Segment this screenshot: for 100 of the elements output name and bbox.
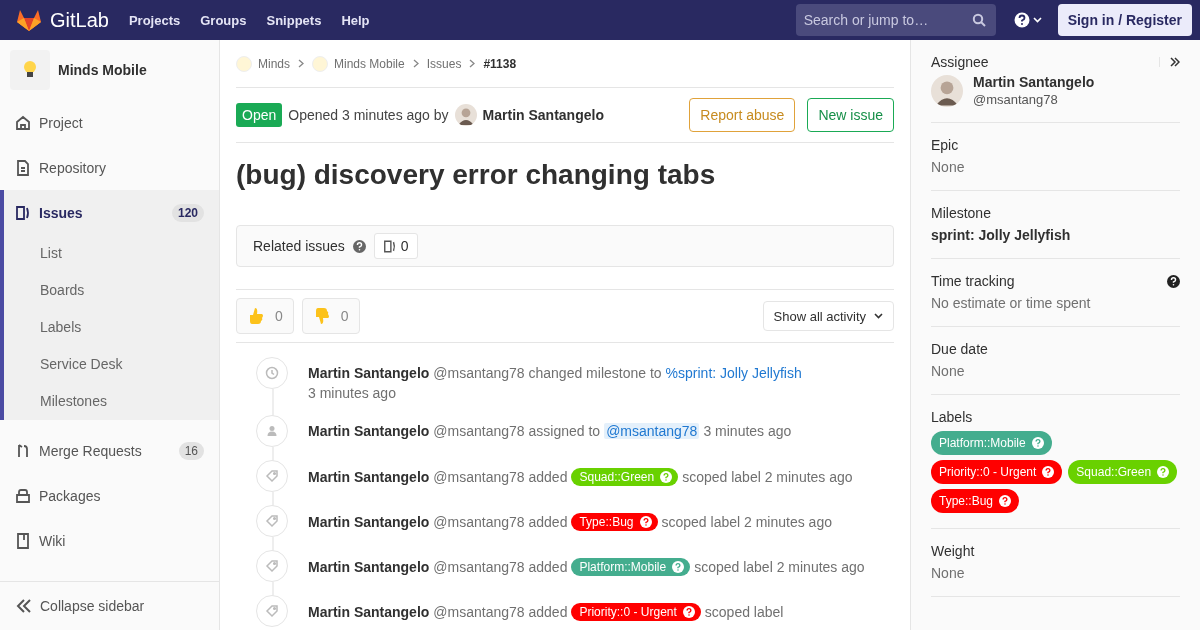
double-chevron-icon bbox=[16, 599, 32, 613]
milestone-link[interactable]: %sprint: Jolly Jellyfish bbox=[665, 365, 802, 381]
sidebar-item-icon bbox=[15, 114, 31, 131]
note-type-icon bbox=[256, 595, 288, 627]
note-author-link[interactable]: Martin Santangelo bbox=[308, 559, 430, 575]
breadcrumb-link[interactable]: Minds Mobile bbox=[334, 56, 405, 71]
opened-text: Opened 3 minutes ago by bbox=[288, 107, 449, 123]
sidebar-value: None bbox=[931, 159, 966, 175]
count-badge: 16 bbox=[178, 441, 204, 460]
label-badge[interactable]: Priority::0 - Urgent bbox=[931, 460, 1063, 484]
award-button[interactable]: 0 bbox=[236, 298, 294, 334]
expand-sidebar-icon[interactable] bbox=[1159, 57, 1180, 67]
note-action-text: @msantang78 assigned to bbox=[433, 423, 601, 439]
sidebar-item[interactable]: Issues 120 bbox=[4, 190, 219, 235]
new-issue-button[interactable]: New issue bbox=[807, 98, 894, 132]
sidebar-section-title: Weight bbox=[931, 543, 975, 559]
sidebar-subitem[interactable]: Service Desk bbox=[4, 346, 219, 383]
note-author-link[interactable]: Martin Santangelo bbox=[308, 604, 430, 620]
sidebar-item-label: Packages bbox=[39, 487, 102, 504]
chevron-icon bbox=[412, 59, 419, 68]
nav-link[interactable]: Help bbox=[341, 12, 370, 28]
related-count-badge: 0 bbox=[373, 233, 418, 259]
project-name[interactable]: Minds Mobile bbox=[58, 62, 147, 78]
sidebar-item[interactable]: Packages bbox=[4, 473, 219, 518]
collapse-sidebar-button[interactable]: Collapse sidebar bbox=[0, 581, 219, 630]
search-field[interactable]: Search or jump to… bbox=[795, 4, 996, 36]
label-badge[interactable]: Type::Bug bbox=[571, 513, 658, 531]
assignee-avatar[interactable] bbox=[931, 74, 963, 107]
note-action-text: @msantang78 changed milestone to bbox=[433, 365, 662, 381]
related-issues-label: Related issues bbox=[253, 238, 345, 254]
note-time-text: scoped label bbox=[704, 604, 784, 620]
author-link[interactable]: Martin Santangelo bbox=[482, 107, 604, 123]
sidebar-section-title: Due date bbox=[931, 341, 988, 357]
user-mention-link[interactable]: @msantang78 bbox=[604, 423, 700, 439]
sidebar-value: None bbox=[931, 565, 966, 581]
nav-link[interactable]: Projects bbox=[128, 12, 181, 28]
assignee-handle: @msantang78 bbox=[973, 92, 1059, 107]
activity-filter-dropdown[interactable]: Show all activity bbox=[762, 301, 894, 331]
note-author-link[interactable]: Martin Santangelo bbox=[308, 469, 430, 485]
sidebar-item-icon bbox=[15, 159, 31, 176]
sidebar-item-label: Project bbox=[39, 114, 84, 131]
sidebar-section-title: Time tracking bbox=[931, 273, 1015, 289]
sidebar-subitem[interactable]: List bbox=[4, 235, 219, 272]
note-action-text: @msantang78 added bbox=[433, 559, 568, 575]
count-badge: 120 bbox=[171, 203, 204, 222]
note-time-text: 3 minutes ago bbox=[308, 385, 397, 401]
sidebar-item-icon bbox=[15, 442, 31, 459]
note-author-link[interactable]: Martin Santangelo bbox=[308, 514, 430, 530]
label-badge[interactable]: Priority::0 - Urgent bbox=[571, 603, 701, 621]
search-icon bbox=[971, 13, 986, 27]
sidebar-item-icon bbox=[15, 487, 31, 504]
milestone-value[interactable]: sprint: Jolly Jellyfish bbox=[931, 227, 1180, 243]
note-type-icon bbox=[256, 505, 288, 537]
gitlab-wordmark[interactable]: GitLab bbox=[50, 8, 109, 32]
sidebar-item-icon bbox=[15, 204, 31, 221]
sidebar-subitem[interactable]: Milestones bbox=[4, 383, 219, 420]
note-type-icon bbox=[256, 460, 288, 492]
breadcrumb-link[interactable]: Minds bbox=[258, 56, 290, 71]
sidebar-item[interactable]: Repository bbox=[4, 145, 219, 190]
breadcrumb-link[interactable]: Issues bbox=[426, 56, 462, 71]
sidebar-item-label: Issues bbox=[39, 204, 84, 221]
sidebar-subitem[interactable]: Labels bbox=[4, 309, 219, 346]
label-badge[interactable]: Type::Bug bbox=[931, 489, 1020, 513]
chevron-icon bbox=[298, 59, 304, 68]
nav-link[interactable]: Groups bbox=[200, 12, 247, 28]
note-type-icon bbox=[256, 357, 288, 389]
note-time-text: scoped label 2 minutes ago bbox=[682, 469, 853, 485]
sidebar-item[interactable]: Wiki bbox=[4, 518, 219, 563]
sidebar-item[interactable]: Merge Requests 16 bbox=[4, 428, 219, 473]
note-time-text: scoped label 2 minutes ago bbox=[661, 514, 832, 530]
sidebar-item[interactable]: Project bbox=[4, 100, 219, 145]
nav-link[interactable]: Snippets bbox=[266, 12, 322, 28]
sidebar-section-title: Assignee bbox=[931, 54, 989, 70]
thumbs-up-icon bbox=[247, 306, 265, 326]
assignee-name[interactable]: Martin Santangelo bbox=[973, 74, 1095, 90]
sidebar-section-title: Milestone bbox=[931, 205, 991, 221]
sidebar-value: No estimate or time spent bbox=[931, 295, 1092, 311]
note-author-link[interactable]: Martin Santangelo bbox=[308, 365, 430, 381]
note-author-link[interactable]: Martin Santangelo bbox=[308, 423, 430, 439]
note-type-icon bbox=[256, 550, 288, 582]
author-avatar bbox=[454, 104, 477, 126]
sidebar-section-title: Labels bbox=[931, 409, 973, 425]
issue-title: (bug) discovery error changing tabs bbox=[236, 159, 717, 191]
caret-icon bbox=[874, 313, 883, 319]
sidebar-item-label: Wiki bbox=[39, 532, 67, 549]
help-icon[interactable] bbox=[1167, 274, 1180, 288]
group-avatar-icon bbox=[312, 55, 328, 72]
breadcrumb-link[interactable]: #1138 bbox=[483, 56, 517, 71]
sidebar-item-label: Merge Requests bbox=[39, 442, 143, 459]
note-type-icon bbox=[256, 415, 288, 447]
group-avatar-icon bbox=[236, 55, 252, 72]
sidebar-item-label: Repository bbox=[39, 159, 107, 176]
award-button[interactable]: 0 bbox=[301, 298, 360, 334]
note-action-text: @msantang78 added bbox=[433, 604, 568, 620]
note-time-text: 3 minutes ago bbox=[703, 423, 792, 439]
sign-in-button[interactable]: Sign in / Register bbox=[1057, 4, 1192, 36]
note-action-text: @msantang78 added bbox=[433, 469, 568, 485]
note-action-text: @msantang78 added bbox=[433, 514, 568, 530]
fox-logo-icon[interactable] bbox=[16, 8, 42, 32]
sidebar-subitem[interactable]: Boards bbox=[4, 272, 219, 309]
